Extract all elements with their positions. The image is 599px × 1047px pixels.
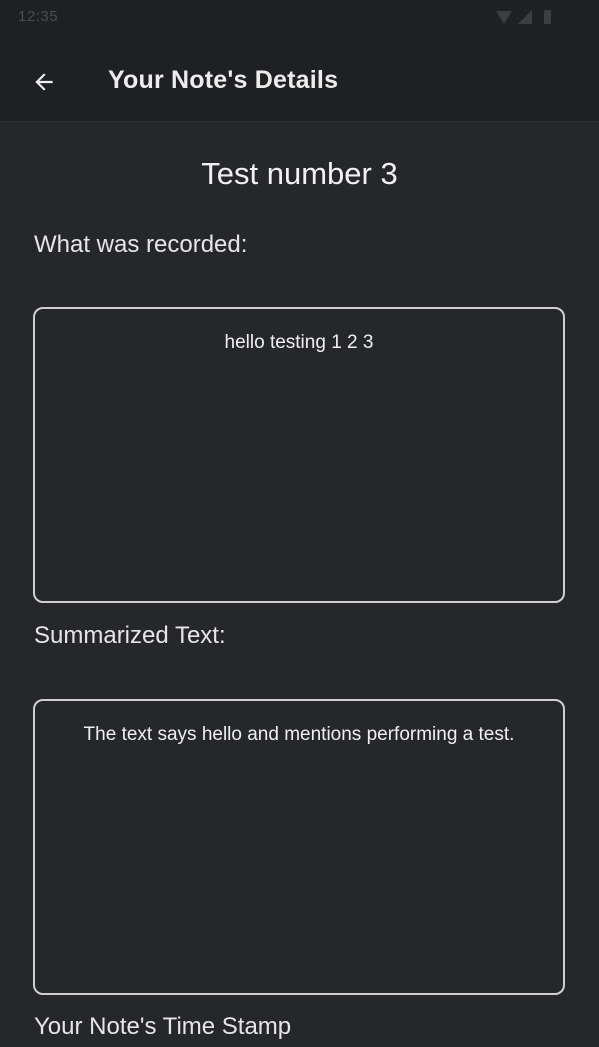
app-bar: Your Note's Details: [0, 42, 599, 122]
timestamp-label: Your Note's Time Stamp: [34, 1013, 292, 1040]
wifi-icon: [496, 10, 512, 24]
back-button[interactable]: [26, 64, 62, 100]
signal-icon: [518, 10, 532, 24]
page-title: Your Note's Details: [108, 66, 339, 94]
summary-text-box[interactable]: The text says hello and mentions perform…: [33, 699, 565, 995]
summary-label: Summarized Text:: [34, 622, 226, 649]
recorded-text: hello testing 1 2 3: [224, 332, 374, 353]
arrow-left-icon: [35, 73, 53, 91]
status-icons: [496, 10, 551, 24]
status-bar: 12:35: [0, 0, 599, 42]
recorded-label: What was recorded:: [34, 231, 248, 258]
summary-text: The text says hello and mentions perform…: [83, 724, 515, 745]
battery-icon: [544, 10, 551, 24]
status-time: 12:35: [18, 8, 59, 25]
note-title: Test number 3: [201, 156, 398, 191]
note-details-screen: 12:35 Your Note's Details Test number 3 …: [0, 0, 599, 1047]
recorded-text-box[interactable]: hello testing 1 2 3: [33, 307, 565, 603]
